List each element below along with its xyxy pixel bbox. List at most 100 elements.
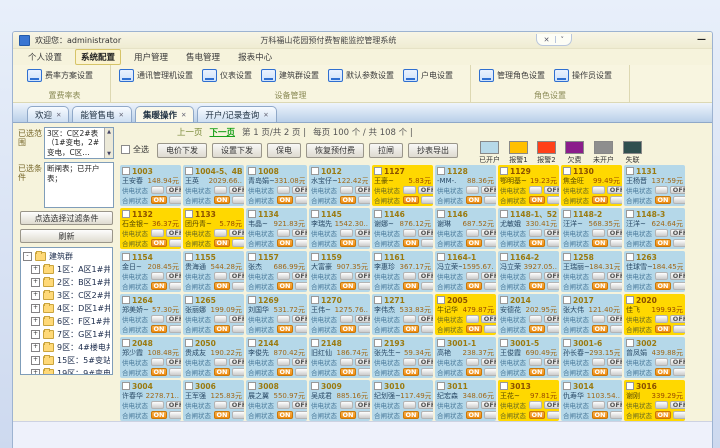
tree-node[interactable]: +15区：5#变站（3#变… (31, 355, 110, 366)
expand-icon[interactable]: + (31, 278, 40, 287)
supply-off-button[interactable]: OFF (670, 315, 685, 323)
tree-node[interactable]: +7区：G区1#井 (31, 329, 110, 340)
expand-icon[interactable]: + (31, 356, 40, 365)
card-checkbox[interactable] (311, 167, 319, 175)
switch-on-button[interactable]: ON (340, 368, 356, 376)
supply-off-button[interactable]: OFF (418, 229, 433, 237)
switch-off-slot[interactable] (232, 411, 244, 419)
switch-on-button[interactable]: ON (592, 368, 608, 376)
card-checkbox[interactable] (626, 339, 634, 347)
switch-on-button[interactable]: ON (529, 239, 545, 247)
card-checkbox[interactable] (374, 253, 382, 261)
supply-off-button[interactable]: OFF (670, 401, 685, 409)
supply-on-slot[interactable] (592, 229, 605, 237)
minimize-button[interactable]: — (697, 35, 706, 45)
supply-off-button[interactable]: OFF (670, 272, 685, 280)
switch-on-button[interactable]: ON (403, 368, 419, 376)
meter-card[interactable]: 2017张大伟121.40元供电状态OFF合闸状态ON (561, 294, 622, 335)
meter-card[interactable]: 1134韦晶~921.83元供电状态OFF合闸状态ON (246, 208, 307, 249)
meter-card[interactable]: 1159大富豪907.35元供电状态OFF合闸状态ON (309, 251, 370, 292)
ribbon-button[interactable]: 建筑群设置 (261, 69, 319, 82)
supply-on-slot[interactable] (403, 186, 416, 194)
ribbon-button[interactable]: 通讯管理机设置 (119, 69, 193, 82)
supply-on-slot[interactable] (403, 358, 416, 366)
card-checkbox[interactable] (311, 210, 319, 218)
expand-icon[interactable]: + (31, 265, 40, 274)
supply-on-slot[interactable] (403, 229, 416, 237)
switch-off-slot[interactable] (421, 325, 433, 333)
card-checkbox[interactable] (122, 382, 130, 390)
meter-card[interactable]: 1164-2冯立荣3927.05..供电状态OFF合闸状态ON (498, 251, 559, 292)
switch-off-slot[interactable] (484, 325, 496, 333)
switch-off-slot[interactable] (547, 282, 559, 290)
supply-off-button[interactable]: OFF (607, 358, 622, 366)
switch-off-slot[interactable] (547, 325, 559, 333)
tab-close-icon[interactable]: ✕ (56, 111, 61, 119)
meter-card[interactable]: 3001-5王俊霞690.49元供电状态OFF合闸状态ON (498, 337, 559, 378)
switch-off-slot[interactable] (232, 282, 244, 290)
switch-on-button[interactable]: ON (151, 282, 167, 290)
switch-off-slot[interactable] (295, 282, 307, 290)
supply-off-button[interactable]: OFF (481, 272, 496, 280)
supply-on-slot[interactable] (277, 401, 290, 409)
supply-on-slot[interactable] (655, 229, 668, 237)
ribbon-button[interactable]: 仪表设置 (202, 69, 252, 82)
selected-range-listbox[interactable]: 3区：C区2#表（1#变电，2#变电，C区… ▲ ▼ (44, 127, 114, 159)
supply-on-slot[interactable] (655, 358, 668, 366)
supply-on-slot[interactable] (466, 272, 479, 280)
switch-on-button[interactable]: ON (340, 239, 356, 247)
supply-on-slot[interactable] (592, 315, 605, 323)
switch-off-slot[interactable] (673, 239, 685, 247)
switch-off-slot[interactable] (547, 368, 559, 376)
supply-off-button[interactable]: OFF (292, 315, 307, 323)
tree-root[interactable]: -建筑群 (23, 251, 110, 262)
tab-4[interactable]: 开户/记录查询✕ (197, 106, 276, 122)
supply-off-button[interactable]: OFF (607, 186, 622, 194)
switch-on-button[interactable]: ON (655, 239, 671, 247)
meter-card[interactable]: 3011纪宏森348.06元供电状态OFF合闸状态ON (435, 380, 496, 421)
supply-off-button[interactable]: OFF (166, 358, 181, 366)
supply-on-slot[interactable] (403, 401, 416, 409)
tab-close-icon[interactable]: ✕ (263, 111, 268, 119)
supply-off-button[interactable]: OFF (481, 186, 496, 194)
meter-card[interactable]: 1012水宝仔~122.42元供电状态OFF合闸状态ON (309, 165, 370, 206)
card-checkbox[interactable] (122, 339, 130, 347)
card-checkbox[interactable] (185, 253, 193, 261)
supply-on-slot[interactable] (277, 186, 290, 194)
card-checkbox[interactable] (437, 210, 445, 218)
meter-card[interactable]: 2148旧红仙186.74元供电状态OFF合闸状态ON (309, 337, 370, 378)
menu-item-2[interactable]: 系统配置 (75, 49, 121, 65)
supply-on-slot[interactable] (151, 358, 164, 366)
switch-off-slot[interactable] (610, 282, 622, 290)
tab-close-icon[interactable]: ✕ (118, 111, 123, 119)
filter-pick-button[interactable]: 点选选择过滤条件 (20, 211, 113, 225)
selected-cond-box[interactable]: 断闸表；已开户表； (44, 162, 114, 208)
supply-off-button[interactable]: OFF (481, 229, 496, 237)
supply-on-slot[interactable] (466, 186, 479, 194)
supply-off-button[interactable]: OFF (544, 315, 559, 323)
meter-card[interactable]: 1148-1、522尤敏娥330.41元供电状态OFF合闸状态ON (498, 208, 559, 249)
switch-on-button[interactable]: ON (403, 239, 419, 247)
switch-off-slot[interactable] (673, 411, 685, 419)
switch-off-slot[interactable] (484, 239, 496, 247)
menu-item-4[interactable]: 售电管理 (181, 50, 225, 64)
expand-icon[interactable]: + (31, 304, 40, 313)
expand-icon[interactable]: + (31, 291, 40, 300)
card-checkbox[interactable] (374, 382, 382, 390)
supply-on-slot[interactable] (214, 315, 227, 323)
switch-off-slot[interactable] (232, 325, 244, 333)
switch-off-slot[interactable] (547, 411, 559, 419)
meter-card[interactable]: 1127王豪~5.83元供电状态OFF合闸状态ON (372, 165, 433, 206)
expand-icon[interactable]: + (31, 317, 40, 326)
card-checkbox[interactable] (563, 382, 571, 390)
switch-on-button[interactable]: ON (529, 411, 545, 419)
supply-on-slot[interactable] (214, 229, 227, 237)
meter-card[interactable]: 3008展之翼550.97元供电状态OFF合闸状态ON (246, 380, 307, 421)
supply-on-slot[interactable] (277, 272, 290, 280)
supply-off-button[interactable]: OFF (229, 315, 244, 323)
supply-off-button[interactable]: OFF (481, 315, 496, 323)
switch-off-slot[interactable] (169, 282, 181, 290)
tab-3[interactable]: 集暖操作✕ (135, 106, 194, 122)
select-all-checkbox[interactable]: 全选 (121, 144, 149, 155)
switch-off-slot[interactable] (484, 196, 496, 204)
